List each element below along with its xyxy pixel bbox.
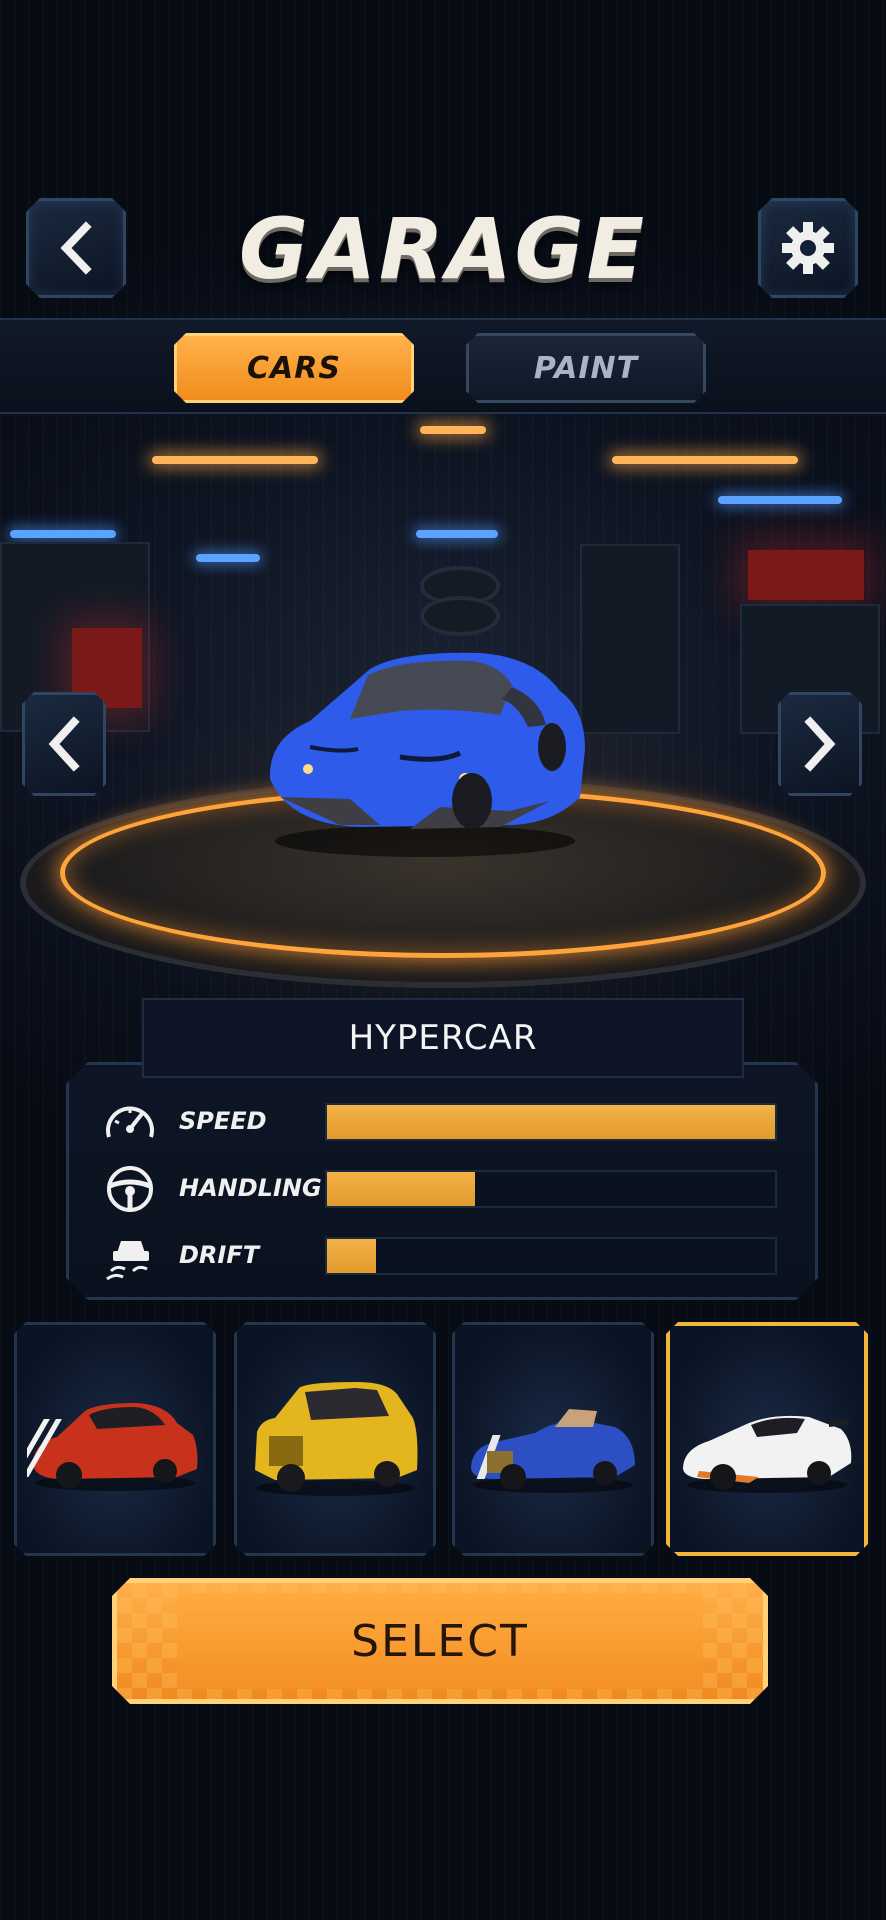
stat-row-drift: DRIFT bbox=[69, 1231, 821, 1281]
stat-label: SPEED bbox=[179, 1107, 267, 1135]
steering-wheel-icon bbox=[103, 1164, 157, 1214]
car-thumbnail-gold-suv[interactable] bbox=[234, 1322, 436, 1556]
hypercar-model bbox=[269, 652, 585, 857]
white-hypercar-image bbox=[679, 1379, 855, 1499]
stat-bar-track bbox=[325, 1170, 777, 1208]
stat-bar-fill bbox=[327, 1239, 376, 1273]
stat-label: DRIFT bbox=[179, 1241, 260, 1269]
ceiling-light bbox=[420, 426, 486, 434]
gear-icon bbox=[778, 218, 838, 278]
select-button[interactable]: SELECT bbox=[112, 1578, 768, 1704]
chevron-left-icon bbox=[44, 716, 84, 772]
next-car-button[interactable] bbox=[778, 692, 862, 796]
car-name-plate: HYPERCAR bbox=[142, 998, 744, 1078]
ceiling-light bbox=[152, 456, 318, 464]
tab-cars[interactable]: CARS bbox=[174, 333, 414, 403]
speedometer-icon bbox=[103, 1097, 157, 1147]
car-thumbnail-red-muscle[interactable] bbox=[14, 1322, 216, 1556]
ceiling-light bbox=[196, 554, 260, 562]
stat-bar-fill bbox=[327, 1172, 475, 1206]
ceiling-light bbox=[10, 530, 116, 538]
previous-car-button[interactable] bbox=[22, 692, 106, 796]
car-thumbnail-blue-roadster[interactable] bbox=[452, 1322, 654, 1556]
ceiling-light bbox=[612, 456, 798, 464]
ceiling-light bbox=[718, 496, 842, 504]
stat-bar-track bbox=[325, 1237, 777, 1275]
stat-row-handling: HANDLING bbox=[69, 1164, 821, 1214]
gold-suv-image bbox=[247, 1374, 423, 1504]
stat-bar-fill bbox=[327, 1105, 775, 1139]
chevron-right-icon bbox=[800, 716, 840, 772]
tab-paint[interactable]: PAINT bbox=[466, 333, 706, 403]
tab-bar-band bbox=[0, 318, 886, 414]
page-title: GARAGE bbox=[239, 200, 647, 298]
ceiling-light bbox=[416, 530, 498, 538]
car-thumbnail-white-hypercar[interactable] bbox=[666, 1322, 868, 1556]
stat-row-speed: SPEED bbox=[69, 1097, 821, 1147]
select-button-label: SELECT bbox=[351, 1615, 529, 1667]
blue-roadster-image bbox=[465, 1379, 641, 1499]
red-muscle-car-image bbox=[27, 1379, 203, 1499]
stat-bar-track bbox=[325, 1103, 777, 1141]
garage-scene bbox=[0, 414, 886, 1004]
drift-icon bbox=[103, 1231, 157, 1281]
red-neon-cabinet bbox=[748, 550, 864, 600]
stat-label: HANDLING bbox=[179, 1174, 322, 1202]
car-stats-panel: SPEED HANDLING DRIFT bbox=[66, 1062, 818, 1300]
settings-button[interactable] bbox=[758, 198, 858, 298]
